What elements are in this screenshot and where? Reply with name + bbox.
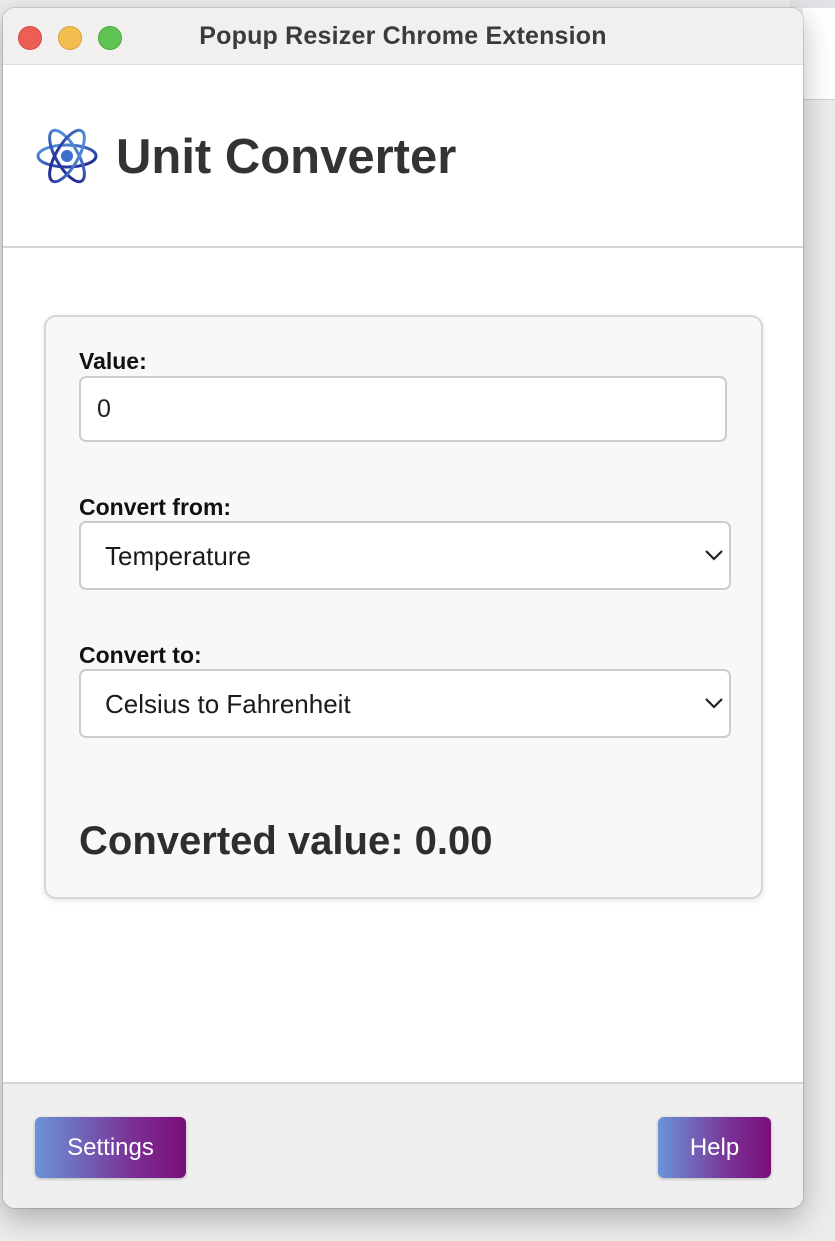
settings-button[interactable]: Settings — [35, 1117, 186, 1178]
convert-from-label: Convert from: — [79, 494, 232, 520]
footer: Settings Help — [3, 1082, 803, 1208]
convert-to-selected: Celsius to Fahrenheit — [105, 689, 351, 719]
window-title: Popup Resizer Chrome Extension — [199, 22, 607, 50]
convert-from-select[interactable]: Temperature — [79, 521, 731, 590]
desktop-background — [790, 0, 835, 8]
atom-icon — [36, 128, 98, 184]
value-input[interactable]: 0 — [79, 376, 727, 442]
convert-to-select[interactable]: Celsius to Fahrenheit — [79, 669, 731, 738]
chevron-down-icon — [705, 698, 723, 709]
app-title: Unit Converter — [116, 130, 457, 184]
converted-value: Converted value: 0.00 — [79, 819, 493, 863]
title-bar[interactable]: Popup Resizer Chrome Extension — [3, 8, 803, 65]
convert-to-label: Convert to: — [79, 642, 202, 668]
popup-window: Popup Resizer Chrome Extension Unit Conv… — [3, 8, 803, 1208]
convert-from-selected: Temperature — [105, 541, 251, 571]
app-header: Unit Converter — [3, 65, 803, 248]
main-content: Value: 0 Convert from: Temperature Conve… — [3, 250, 803, 1083]
value-label: Value: — [79, 348, 147, 374]
converter-card: Value: 0 Convert from: Temperature Conve… — [44, 315, 763, 899]
help-button[interactable]: Help — [658, 1117, 771, 1178]
background-window-edge — [803, 8, 835, 100]
chevron-down-icon — [705, 550, 723, 561]
